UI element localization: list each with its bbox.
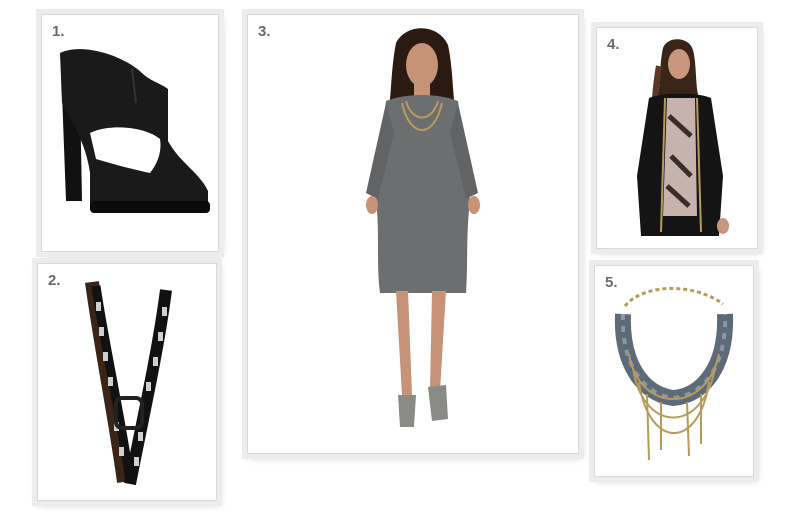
- product-image-3: [256, 23, 570, 445]
- item-number-3: 3.: [258, 23, 271, 40]
- item-number-1: 1.: [52, 23, 65, 40]
- product-image-5: [603, 274, 745, 468]
- necklace-image: [614, 287, 734, 461]
- product-card-4[interactable]: 4.: [596, 27, 758, 249]
- product-image-2: [46, 272, 208, 492]
- product-card-5[interactable]: 5.: [594, 265, 754, 477]
- product-image-1: [50, 23, 210, 243]
- item-number-2: 2.: [48, 272, 61, 289]
- product-card-3[interactable]: 3.: [247, 14, 579, 454]
- item-number-4: 4.: [607, 36, 620, 53]
- product-image-4: [605, 36, 749, 240]
- bootie-image: [60, 49, 210, 213]
- dress-model-image: [366, 28, 480, 427]
- cardigan-model-image: [637, 39, 729, 236]
- product-card-1[interactable]: 1.: [41, 14, 219, 252]
- item-number-5: 5.: [605, 274, 618, 291]
- belt-image: [85, 281, 172, 486]
- product-card-2[interactable]: 2.: [37, 263, 217, 501]
